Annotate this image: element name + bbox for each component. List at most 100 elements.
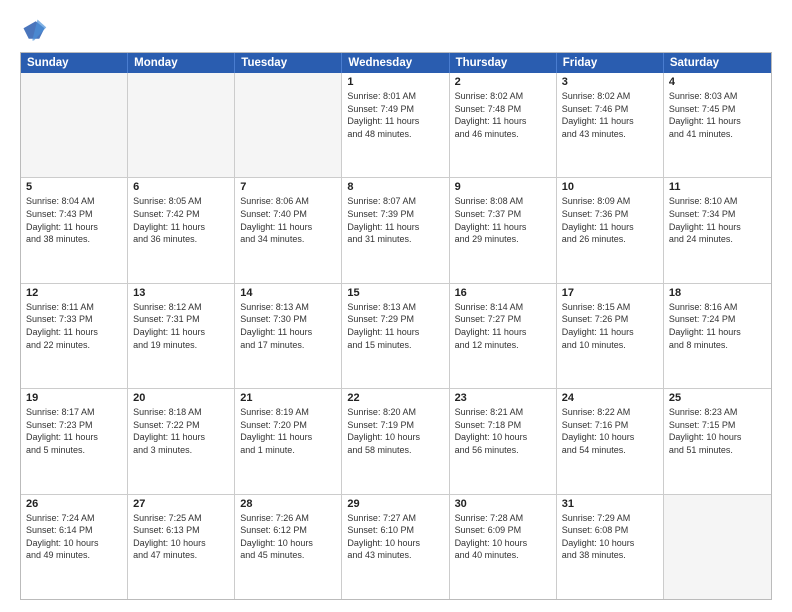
calendar-cell-0-0	[21, 73, 128, 177]
calendar-cell-4-5: 31 Sunrise: 7:29 AM Sunset: 6:08 PM Dayli…	[557, 495, 664, 599]
cell-info: Sunrise: 8:03 AM Sunset: 7:45 PM Dayligh…	[669, 90, 766, 140]
calendar-cell-2-4: 16 Sunrise: 8:14 AM Sunset: 7:27 PM Dayli…	[450, 284, 557, 388]
day-number: 14	[240, 287, 336, 299]
day-number: 3	[562, 76, 658, 88]
calendar-cell-2-5: 17Sunrise: 8:15 AM Sunset: 7:26 PM Dayli…	[557, 284, 664, 388]
calendar-cell-3-4: 23Sunrise: 8:21 AM Sunset: 7:18 PM Dayli…	[450, 389, 557, 493]
calendar-cell-3-3: 22 Sunrise: 8:20 AM Sunset: 7:19 PM Dayli…	[342, 389, 449, 493]
calendar-cell-0-2	[235, 73, 342, 177]
day-number: 18	[669, 287, 766, 299]
cell-info: Sunrise: 8:12 AM Sunset: 7:31 PM Dayligh…	[133, 301, 229, 351]
day-number: 25	[669, 392, 766, 404]
cell-info: Sunrise: 8:07 AM Sunset: 7:39 PM Dayligh…	[347, 195, 443, 245]
calendar-cell-1-4: 9 Sunrise: 8:08 AM Sunset: 7:37 PM Daylig…	[450, 178, 557, 282]
day-number: 16	[455, 287, 551, 299]
calendar-cell-1-3: 8 Sunrise: 8:07 AM Sunset: 7:39 PM Daylig…	[342, 178, 449, 282]
calendar-cell-4-2: 28 Sunrise: 7:26 AM Sunset: 6:12 PM Dayli…	[235, 495, 342, 599]
cell-info: Sunrise: 8:09 AM Sunset: 7:36 PM Dayligh…	[562, 195, 658, 245]
cell-info: Sunrise: 8:14 AM Sunset: 7:27 PM Dayligh…	[455, 301, 551, 351]
cell-info: Sunrise: 8:04 AM Sunset: 7:43 PM Dayligh…	[26, 195, 122, 245]
day-number: 21	[240, 392, 336, 404]
calendar-row-4: 26 Sunrise: 7:24 AM Sunset: 6:14 PM Dayli…	[21, 494, 771, 599]
day-number: 28	[240, 498, 336, 510]
calendar-cell-2-3: 15 Sunrise: 8:13 AM Sunset: 7:29 PM Dayli…	[342, 284, 449, 388]
calendar-cell-1-1: 6 Sunrise: 8:05 AM Sunset: 7:42 PM Daylig…	[128, 178, 235, 282]
calendar-cell-2-6: 18 Sunrise: 8:16 AM Sunset: 7:24 PM Dayli…	[664, 284, 771, 388]
cell-info: Sunrise: 7:25 AM Sunset: 6:13 PM Dayligh…	[133, 512, 229, 562]
day-number: 26	[26, 498, 122, 510]
header-day-wednesday: Wednesday	[342, 53, 449, 73]
day-number: 30	[455, 498, 551, 510]
day-number: 20	[133, 392, 229, 404]
cell-info: Sunrise: 8:06 AM Sunset: 7:40 PM Dayligh…	[240, 195, 336, 245]
day-number: 13	[133, 287, 229, 299]
calendar-cell-1-6: 11 Sunrise: 8:10 AM Sunset: 7:34 PM Dayli…	[664, 178, 771, 282]
calendar-cell-4-1: 27 Sunrise: 7:25 AM Sunset: 6:13 PM Dayli…	[128, 495, 235, 599]
cell-info: Sunrise: 8:23 AM Sunset: 7:15 PM Dayligh…	[669, 406, 766, 456]
day-number: 24	[562, 392, 658, 404]
header-day-friday: Friday	[557, 53, 664, 73]
day-number: 15	[347, 287, 443, 299]
day-number: 12	[26, 287, 122, 299]
day-number: 22	[347, 392, 443, 404]
cell-info: Sunrise: 8:13 AM Sunset: 7:29 PM Dayligh…	[347, 301, 443, 351]
calendar-cell-3-5: 24 Sunrise: 8:22 AM Sunset: 7:16 PM Dayli…	[557, 389, 664, 493]
day-number: 11	[669, 181, 766, 193]
cell-info: Sunrise: 8:22 AM Sunset: 7:16 PM Dayligh…	[562, 406, 658, 456]
calendar-cell-3-2: 21 Sunrise: 8:19 AM Sunset: 7:20 PM Dayli…	[235, 389, 342, 493]
cell-info: Sunrise: 7:29 AM Sunset: 6:08 PM Dayligh…	[562, 512, 658, 562]
day-number: 19	[26, 392, 122, 404]
day-number: 7	[240, 181, 336, 193]
calendar-cell-0-3: 1 Sunrise: 8:01 AM Sunset: 7:49 PM Daylig…	[342, 73, 449, 177]
calendar-header: SundayMondayTuesdayWednesdayThursdayFrid…	[21, 53, 771, 73]
day-number: 29	[347, 498, 443, 510]
cell-info: Sunrise: 8:08 AM Sunset: 7:37 PM Dayligh…	[455, 195, 551, 245]
calendar-cell-4-4: 30 Sunrise: 7:28 AM Sunset: 6:09 PM Dayli…	[450, 495, 557, 599]
calendar-body: 1 Sunrise: 8:01 AM Sunset: 7:49 PM Daylig…	[21, 73, 771, 599]
cell-info: Sunrise: 8:05 AM Sunset: 7:42 PM Dayligh…	[133, 195, 229, 245]
cell-info: Sunrise: 8:16 AM Sunset: 7:24 PM Dayligh…	[669, 301, 766, 351]
day-number: 9	[455, 181, 551, 193]
calendar-cell-2-1: 13 Sunrise: 8:12 AM Sunset: 7:31 PM Dayli…	[128, 284, 235, 388]
calendar-cell-4-0: 26 Sunrise: 7:24 AM Sunset: 6:14 PM Dayli…	[21, 495, 128, 599]
day-number: 8	[347, 181, 443, 193]
header-day-thursday: Thursday	[450, 53, 557, 73]
cell-info: Sunrise: 8:17 AM Sunset: 7:23 PM Dayligh…	[26, 406, 122, 456]
calendar-cell-4-6	[664, 495, 771, 599]
calendar-cell-0-5: 3 Sunrise: 8:02 AM Sunset: 7:46 PM Daylig…	[557, 73, 664, 177]
cell-info: Sunrise: 8:20 AM Sunset: 7:19 PM Dayligh…	[347, 406, 443, 456]
day-number: 2	[455, 76, 551, 88]
cell-info: Sunrise: 7:26 AM Sunset: 6:12 PM Dayligh…	[240, 512, 336, 562]
day-number: 17	[562, 287, 658, 299]
calendar-cell-3-6: 25 Sunrise: 8:23 AM Sunset: 7:15 PM Dayli…	[664, 389, 771, 493]
day-number: 4	[669, 76, 766, 88]
cell-info: Sunrise: 8:18 AM Sunset: 7:22 PM Dayligh…	[133, 406, 229, 456]
page: SundayMondayTuesdayWednesdayThursdayFrid…	[0, 0, 792, 612]
day-number: 1	[347, 76, 443, 88]
cell-info: Sunrise: 7:24 AM Sunset: 6:14 PM Dayligh…	[26, 512, 122, 562]
header-day-sunday: Sunday	[21, 53, 128, 73]
day-number: 5	[26, 181, 122, 193]
calendar-row-2: 12 Sunrise: 8:11 AM Sunset: 7:33 PM Dayli…	[21, 283, 771, 388]
calendar-cell-1-5: 10 Sunrise: 8:09 AM Sunset: 7:36 PM Dayli…	[557, 178, 664, 282]
calendar-cell-1-0: 5 Sunrise: 8:04 AM Sunset: 7:43 PM Daylig…	[21, 178, 128, 282]
cell-info: Sunrise: 8:01 AM Sunset: 7:49 PM Dayligh…	[347, 90, 443, 140]
cell-info: Sunrise: 8:02 AM Sunset: 7:46 PM Dayligh…	[562, 90, 658, 140]
cell-info: Sunrise: 8:10 AM Sunset: 7:34 PM Dayligh…	[669, 195, 766, 245]
cell-info: Sunrise: 8:19 AM Sunset: 7:20 PM Dayligh…	[240, 406, 336, 456]
calendar-cell-2-0: 12 Sunrise: 8:11 AM Sunset: 7:33 PM Dayli…	[21, 284, 128, 388]
calendar-cell-4-3: 29Sunrise: 7:27 AM Sunset: 6:10 PM Dayli…	[342, 495, 449, 599]
day-number: 27	[133, 498, 229, 510]
day-number: 31	[562, 498, 658, 510]
logo	[20, 16, 52, 44]
calendar-cell-0-1	[128, 73, 235, 177]
calendar-row-3: 19 Sunrise: 8:17 AM Sunset: 7:23 PM Dayli…	[21, 388, 771, 493]
day-number: 10	[562, 181, 658, 193]
calendar-cell-2-2: 14Sunrise: 8:13 AM Sunset: 7:30 PM Dayli…	[235, 284, 342, 388]
cell-info: Sunrise: 7:28 AM Sunset: 6:09 PM Dayligh…	[455, 512, 551, 562]
day-number: 6	[133, 181, 229, 193]
calendar-cell-1-2: 7 Sunrise: 8:06 AM Sunset: 7:40 PM Daylig…	[235, 178, 342, 282]
calendar-cell-0-4: 2Sunrise: 8:02 AM Sunset: 7:48 PM Daylig…	[450, 73, 557, 177]
cell-info: Sunrise: 8:21 AM Sunset: 7:18 PM Dayligh…	[455, 406, 551, 456]
cell-info: Sunrise: 8:11 AM Sunset: 7:33 PM Dayligh…	[26, 301, 122, 351]
